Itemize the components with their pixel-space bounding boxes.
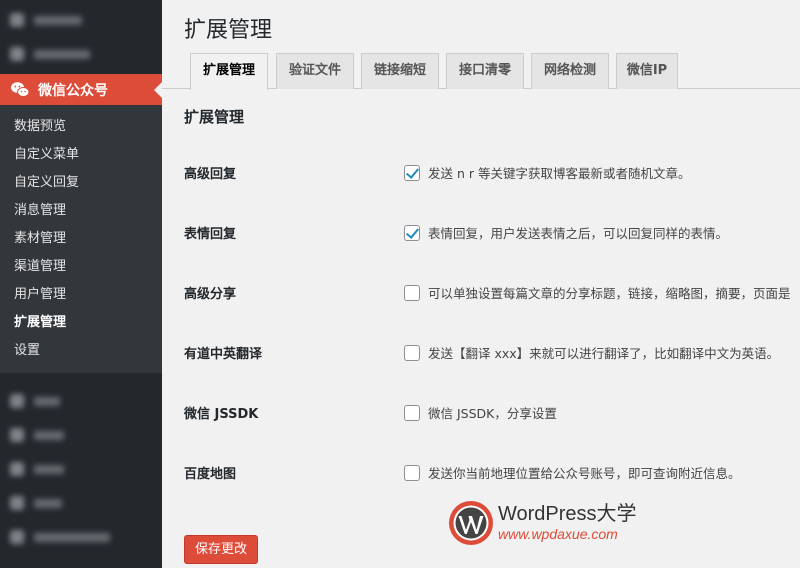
blurred-icon	[10, 496, 24, 510]
wpdaxue-watermark: WordPress大学 www.wpdaxue.com	[448, 500, 637, 546]
submenu-item-custom-reply[interactable]: 自定义回复	[0, 169, 162, 197]
option-wechat-jssdk: 微信 JSSDK，分享设置	[404, 403, 557, 422]
tab-extensions[interactable]: 扩展管理	[190, 53, 268, 90]
watermark-title: WordPress大学	[498, 503, 637, 525]
sidebar-menu-wechat[interactable]: 微信公众号	[0, 74, 162, 105]
blurred-menu-item[interactable]	[10, 394, 60, 408]
submenu-item-extensions[interactable]: 扩展管理	[0, 309, 162, 337]
wechat-submenu: 数据预览 自定义菜单 自定义回复 消息管理 素材管理 渠道管理 用户管理 扩展管…	[0, 105, 162, 373]
option-desc: 发送你当前地理位置给公众号账号，即可查询附近信息。	[428, 466, 741, 481]
option-youdao-translate: 发送【翻译 xxx】来就可以进行翻译了，比如翻译中文为英语。	[404, 343, 779, 362]
option-desc: 发送 n r 等关键字获取博客最新或者随机文章。	[428, 166, 691, 181]
submenu-item-materials[interactable]: 素材管理	[0, 225, 162, 253]
blurred-menu-item[interactable]	[10, 428, 64, 442]
submenu-item-channels[interactable]: 渠道管理	[0, 253, 162, 281]
blurred-icon	[10, 13, 24, 27]
submenu-item-settings[interactable]: 设置	[0, 337, 162, 365]
blurred-menu-item[interactable]	[10, 47, 90, 61]
option-label-youdao-translate: 有道中英翻译	[184, 347, 263, 362]
tab-api-reset[interactable]: 接口清零	[446, 53, 524, 89]
section-title: 扩展管理	[184, 108, 245, 126]
option-advanced-reply: 发送 n r 等关键字获取博客最新或者随机文章。	[404, 163, 690, 182]
blurred-icon	[10, 462, 24, 476]
submenu-item-messages[interactable]: 消息管理	[0, 197, 162, 225]
tab-short-link[interactable]: 链接缩短	[361, 53, 439, 89]
submenu-item-custom-menu[interactable]: 自定义菜单	[0, 141, 162, 169]
checkbox-advanced-reply[interactable]	[404, 164, 420, 181]
option-label-advanced-share: 高级分享	[184, 287, 237, 302]
option-desc: 表情回复，用户发送表情之后，可以回复同样的表情。	[428, 226, 729, 241]
option-desc: 发送【翻译 xxx】来就可以进行翻译了，比如翻译中文为英语。	[428, 346, 780, 361]
option-label-baidu-map: 百度地图	[184, 467, 237, 482]
watermark-url: www.wpdaxue.com	[498, 526, 618, 542]
sidebar-menu-label: 微信公众号	[38, 82, 108, 99]
tab-wechat-ip[interactable]: 微信IP	[616, 53, 678, 89]
option-baidu-map: 发送你当前地理位置给公众号账号，即可查询附近信息。	[404, 463, 741, 482]
checkbox-advanced-share[interactable]	[404, 284, 420, 301]
option-desc: 微信 JSSDK，分享设置	[428, 406, 557, 421]
blurred-menu-item[interactable]	[10, 496, 62, 510]
wordpress-logo-icon	[449, 501, 493, 545]
option-label-advanced-reply: 高级回复	[184, 167, 237, 182]
option-label-wechat-jssdk: 微信 JSSDK	[184, 407, 259, 422]
main-content: 扩展管理 扩展管理 验证文件 链接缩短 接口清零 网络检测 微信IP 扩展管理 …	[162, 0, 800, 568]
checkbox-emoji-reply[interactable]	[404, 224, 420, 241]
blurred-menu-item[interactable]	[10, 530, 110, 544]
page-title: 扩展管理	[184, 18, 273, 43]
save-button[interactable]: 保存更改	[184, 535, 258, 564]
wechat-icon	[11, 81, 30, 97]
option-advanced-share: 可以单独设置每篇文章的分享标题，链接，缩略图，摘要，页面是	[404, 283, 791, 302]
submenu-item-data-preview[interactable]: 数据预览	[0, 113, 162, 141]
blurred-icon	[10, 530, 24, 544]
blurred-icon	[10, 394, 24, 408]
checkbox-baidu-map[interactable]	[404, 464, 420, 481]
blurred-icon	[10, 428, 24, 442]
blurred-menu-item[interactable]	[10, 13, 82, 27]
blurred-menu-item[interactable]	[10, 462, 64, 476]
tab-bar: 扩展管理 验证文件 链接缩短 接口清零 网络检测 微信IP	[162, 53, 800, 90]
tab-verify-file[interactable]: 验证文件	[276, 53, 354, 89]
submenu-item-users[interactable]: 用户管理	[0, 281, 162, 309]
blurred-icon	[10, 47, 24, 61]
checkbox-wechat-jssdk[interactable]	[404, 404, 420, 421]
option-desc: 可以单独设置每篇文章的分享标题，链接，缩略图，摘要，页面是	[428, 286, 791, 301]
option-emoji-reply: 表情回复，用户发送表情之后，可以回复同样的表情。	[404, 223, 728, 242]
checkbox-youdao-translate[interactable]	[404, 344, 420, 361]
option-label-emoji-reply: 表情回复	[184, 227, 237, 242]
tab-network-check[interactable]: 网络检测	[531, 53, 609, 89]
admin-sidebar: 微信公众号 数据预览 自定义菜单 自定义回复 消息管理 素材管理 渠道管理 用户…	[0, 0, 162, 568]
